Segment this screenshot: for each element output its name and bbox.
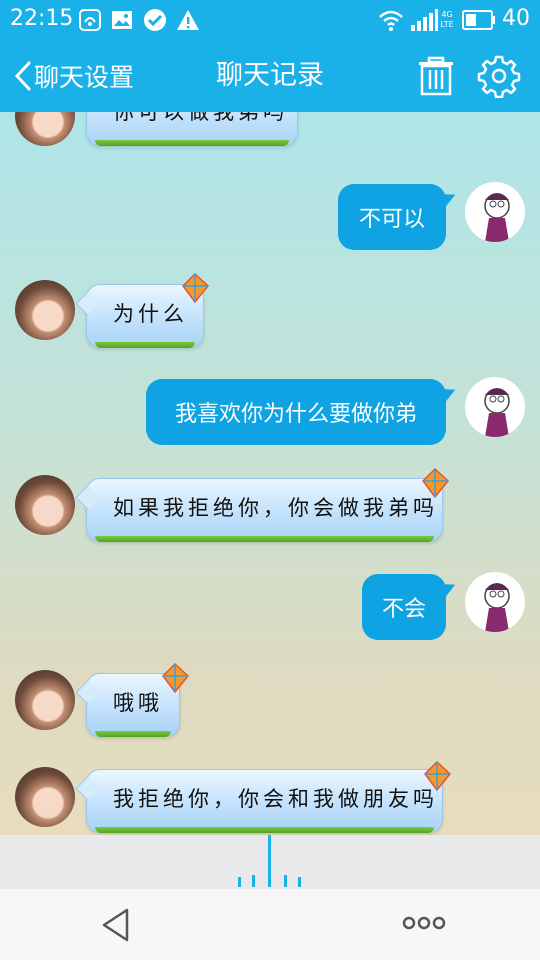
cartoon-avatar-image [484, 388, 510, 437]
grass-decoration [95, 342, 195, 348]
navigation-bar [0, 889, 540, 960]
message-text: 如果我拒绝你，你会做我弟吗 [113, 496, 438, 520]
my-avatar[interactable] [465, 572, 525, 632]
voice-input-bar[interactable] [0, 835, 540, 889]
contact-avatar[interactable] [15, 475, 75, 535]
status-bar: 22:15 4G LTE 40 [0, 0, 540, 40]
message-text: 我喜欢你为什么要做你弟 [174, 402, 417, 427]
cartoon-avatar-image [484, 193, 510, 242]
gear-icon[interactable] [477, 54, 521, 98]
kite-decoration-icon [422, 467, 450, 499]
cartoon-avatar-image [484, 583, 510, 632]
battery-level: 40 [502, 6, 530, 31]
battery-icon [462, 10, 495, 30]
my-avatar[interactable] [465, 377, 525, 437]
outgoing-message-bubble[interactable]: 不会 [362, 574, 459, 640]
incoming-message-bubble[interactable]: 你可以做我弟吗 [75, 112, 298, 146]
incoming-message-bubble[interactable]: 我拒绝你，你会和我做朋友吗 [75, 769, 443, 833]
check-circle-icon [144, 9, 166, 31]
chevron-left-icon [14, 60, 32, 92]
contact-avatar[interactable] [15, 670, 75, 730]
message-text: 我拒绝你，你会和我做朋友吗 [113, 787, 438, 811]
more-dots-icon[interactable] [402, 915, 446, 931]
kite-decoration-icon [162, 662, 190, 694]
message-text: 不可以 [358, 207, 425, 232]
grass-decoration [95, 140, 289, 146]
message-text: 不会 [382, 597, 427, 622]
kite-decoration-icon [424, 760, 452, 792]
my-avatar[interactable] [465, 182, 525, 242]
grass-decoration [95, 827, 434, 833]
warning-icon [177, 10, 199, 30]
contact-avatar[interactable] [15, 767, 75, 827]
app-notification-icon [79, 9, 101, 31]
incoming-message-bubble[interactable]: 如果我拒绝你，你会做我弟吗 [75, 478, 443, 542]
kite-decoration-icon [182, 272, 210, 304]
chat-history[interactable]: 你可以做我弟吗 不可以 为什么 我喜欢你为什么要做你弟 如果我拒绝你，你会做我弟… [0, 112, 540, 835]
back-label: 聊天设置 [34, 63, 135, 92]
wifi-icon [379, 10, 403, 31]
contact-avatar[interactable] [15, 280, 75, 340]
outgoing-message-bubble[interactable]: 不可以 [338, 184, 459, 250]
grass-decoration [95, 731, 171, 737]
status-time: 22:15 [10, 6, 74, 31]
outgoing-message-bubble[interactable]: 我喜欢你为什么要做你弟 [146, 379, 459, 445]
nav-back-icon[interactable] [100, 907, 132, 943]
contact-avatar[interactable] [15, 112, 75, 146]
trash-icon[interactable] [414, 54, 458, 98]
grass-decoration [95, 536, 434, 542]
network-type-label: 4G LTE [440, 10, 454, 29]
message-text: 你可以做我弟吗 [113, 112, 288, 124]
voice-waveform-icon[interactable] [230, 835, 310, 889]
back-button[interactable]: 聊天设置 [12, 40, 134, 112]
title-bar: 聊天设置 聊天记录 [0, 40, 540, 112]
signal-icon [411, 9, 438, 31]
gallery-icon [112, 11, 132, 29]
